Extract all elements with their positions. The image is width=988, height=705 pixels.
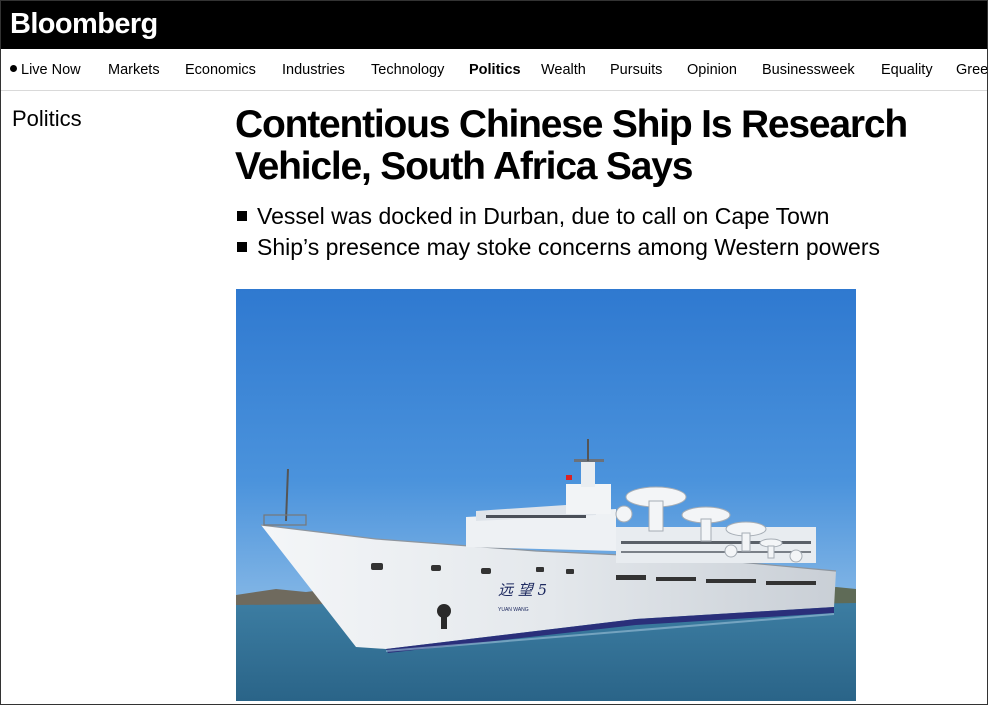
- nav-item-businessweek[interactable]: Businessweek: [762, 62, 855, 79]
- hull-name-characters: 远 望 5: [498, 581, 547, 599]
- nav-item-wealth[interactable]: Wealth: [541, 62, 586, 79]
- article-headline: Contentious Chinese Ship Is Research Veh…: [235, 103, 908, 188]
- nav-item-opinion[interactable]: Opinion: [687, 62, 737, 79]
- hull-name-latin: YUAN WANG: [498, 607, 529, 613]
- summary-bullet-text: Ship’s presence may stoke concerns among…: [257, 234, 881, 260]
- section-label[interactable]: Politics: [12, 106, 82, 132]
- nav-item-technology[interactable]: Technology: [371, 62, 444, 79]
- live-dot-icon: [10, 65, 17, 72]
- browser-frame: Bloomberg Live Now Markets Economics Ind…: [0, 0, 988, 705]
- summary-bullet: Vessel was docked in Durban, due to call…: [237, 201, 880, 232]
- nav-item-live-now[interactable]: Live Now: [10, 62, 81, 79]
- section-nav: Live Now Markets Economics Industries Te…: [1, 49, 987, 91]
- nav-item-industries[interactable]: Industries: [282, 62, 345, 79]
- bloomberg-logo[interactable]: Bloomberg: [10, 5, 158, 43]
- nav-item-markets[interactable]: Markets: [108, 62, 160, 79]
- nav-item-equality[interactable]: Equality: [881, 62, 933, 79]
- article-summary-bullets: Vessel was docked in Durban, due to call…: [237, 201, 880, 263]
- nav-item-politics[interactable]: Politics: [469, 62, 521, 79]
- nav-item-label: Live Now: [21, 62, 81, 78]
- summary-bullet-text: Vessel was docked in Durban, due to call…: [257, 203, 830, 229]
- summary-bullet: Ship’s presence may stoke concerns among…: [237, 232, 880, 263]
- article-photo: 远 望 5 YUAN WANG: [236, 289, 856, 701]
- ship-photo-illustration: 远 望 5 YUAN WANG: [236, 289, 856, 701]
- nav-item-green[interactable]: Gree: [956, 62, 987, 79]
- nav-item-economics[interactable]: Economics: [185, 62, 256, 79]
- bullet-square-icon: [237, 242, 247, 252]
- bullet-square-icon: [237, 211, 247, 221]
- nav-item-pursuits[interactable]: Pursuits: [610, 62, 662, 79]
- top-bar: Bloomberg: [1, 1, 987, 49]
